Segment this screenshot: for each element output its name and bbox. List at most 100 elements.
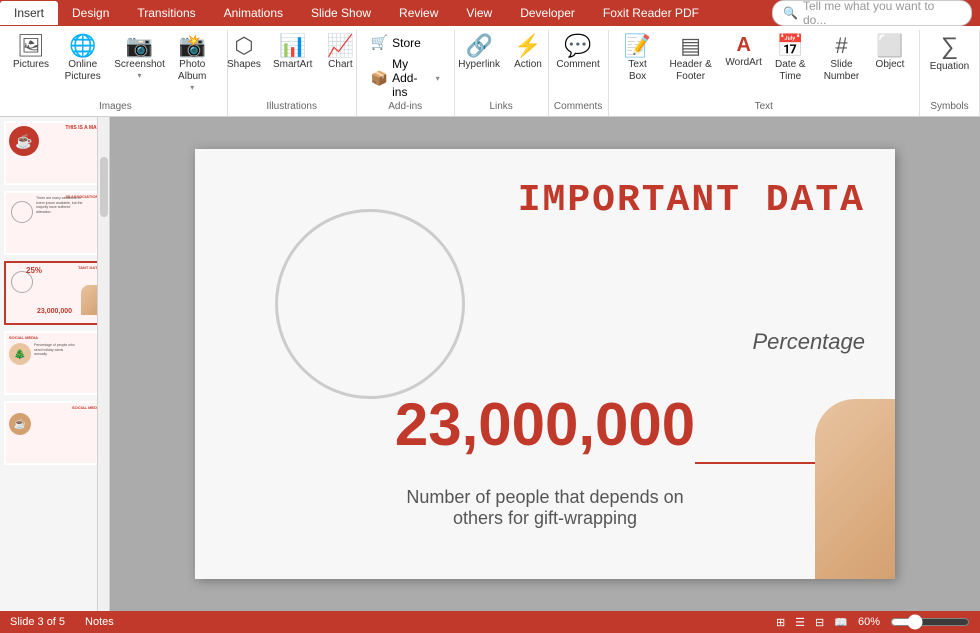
- equation-button[interactable]: ∑ Equation: [925, 32, 974, 76]
- wordart-icon: A: [736, 35, 750, 55]
- symbols-group-label: Symbols: [930, 101, 968, 114]
- text-box-button[interactable]: 📝 Text Box: [617, 32, 659, 86]
- slide-preview-2: 35 ASSOCIATIONS There are many variation…: [6, 193, 103, 253]
- slide-title: IMPORTANT DATA: [518, 179, 865, 222]
- slide4-img: 🎄: [9, 343, 31, 365]
- text-box-label: Text Box: [622, 59, 654, 83]
- hyperlink-label: Hyperlink: [458, 59, 500, 71]
- store-label: Store: [392, 36, 421, 50]
- online-pictures-icon: 🌐: [69, 35, 96, 57]
- slide-decoration: [815, 399, 895, 579]
- slide-number-button[interactable]: # Slide Number: [816, 32, 867, 86]
- ribbon-group-text: 📝 Text Box ▤ Header & Footer A WordArt 📅…: [609, 30, 920, 116]
- tab-developer[interactable]: Developer: [506, 1, 589, 25]
- slide-big-number: 23,000,000: [395, 390, 695, 459]
- tab-animations[interactable]: Animations: [210, 1, 297, 25]
- tab-slideshow[interactable]: Slide Show: [297, 1, 385, 25]
- tab-insert[interactable]: Insert: [0, 1, 58, 25]
- action-icon: ⚡: [514, 35, 541, 57]
- images-group-label: Images: [99, 101, 132, 114]
- symbols-group-items: ∑ Equation: [925, 32, 974, 101]
- slide-preview-4: SOCIAL MEDIA 🎄 Percentage of people who …: [6, 333, 103, 393]
- tab-design[interactable]: Design: [58, 1, 123, 25]
- date-time-icon: 📅: [777, 35, 804, 57]
- online-pictures-label: Online Pictures: [57, 59, 108, 83]
- slide-description: Number of people that depends on others …: [406, 487, 683, 529]
- slide-thumb-1[interactable]: 1 ☕ THIS IS A MAP: [4, 121, 105, 185]
- shapes-label: Shapes: [227, 59, 261, 71]
- view-sorter-icon[interactable]: ⊟: [815, 616, 824, 629]
- slide-thumb-4[interactable]: 4 SOCIAL MEDIA 🎄 Percentage of people wh…: [4, 331, 105, 395]
- hyperlink-button[interactable]: 🔗 Hyperlink: [453, 32, 505, 74]
- comment-icon: 💬: [564, 35, 591, 57]
- status-right: ⊞ ☰ ⊟ 📖 60%: [776, 616, 970, 629]
- smartart-button[interactable]: 📊 SmartArt: [268, 32, 317, 74]
- object-button[interactable]: ⬜ Object: [869, 32, 911, 74]
- shapes-button[interactable]: ⬡ Shapes: [222, 32, 266, 74]
- slide-preview-1: ☕ THIS IS A MAP: [6, 123, 103, 183]
- links-group-label: Links: [489, 101, 512, 114]
- slide-desc-line2: others for gift-wrapping: [453, 508, 637, 528]
- zoom-level: 60%: [858, 616, 880, 628]
- wordart-button[interactable]: A WordArt: [723, 32, 765, 72]
- pictures-button[interactable]: 🖼 Pictures: [12, 32, 50, 74]
- slide2-text: There are many variations of lorem ipsum…: [36, 196, 83, 214]
- screenshot-dropdown-arrow: ▾: [138, 71, 142, 80]
- tab-transitions[interactable]: Transitions: [123, 1, 209, 25]
- slide4-text: Percentage of people who send holiday ca…: [34, 343, 75, 357]
- slide4-title: SOCIAL MEDIA: [9, 335, 38, 340]
- notes-button[interactable]: Notes: [85, 616, 114, 628]
- chart-label: Chart: [328, 59, 352, 71]
- tell-me-bar[interactable]: 🔍 Tell me what you want to do...: [772, 0, 972, 26]
- illustrations-group-label: Illustrations: [266, 101, 317, 114]
- comment-label: Comment: [556, 59, 599, 71]
- date-time-button[interactable]: 📅 Date & Time: [767, 32, 814, 86]
- photo-album-dropdown-arrow: ▾: [190, 83, 194, 92]
- slide-panel: 1 ☕ THIS IS A MAP 2 35 ASSOCIATIONS Ther…: [0, 117, 110, 611]
- comments-group-items: 💬 Comment: [551, 32, 604, 101]
- chart-button[interactable]: 📈 Chart: [319, 32, 361, 74]
- screenshot-label: Screenshot: [114, 59, 165, 71]
- photo-album-button[interactable]: 📸 Photo Album ▾: [166, 32, 219, 95]
- header-footer-button[interactable]: ▤ Header & Footer: [661, 32, 721, 86]
- my-addins-button[interactable]: 📦 My Add-ins ▾: [365, 55, 446, 101]
- slide-number-label: Slide Number: [821, 59, 862, 83]
- action-button[interactable]: ⚡ Action: [507, 32, 549, 74]
- ribbon-group-addins: 🛒 Store 📦 My Add-ins ▾ Add-ins: [357, 30, 455, 116]
- ribbon-group-images: 🖼 Pictures 🌐 Online Pictures 📷 Screensho…: [4, 30, 228, 116]
- view-outline-icon[interactable]: ☰: [795, 616, 805, 629]
- equation-icon: ∑: [941, 35, 958, 59]
- photo-album-label: Photo Album: [171, 59, 214, 83]
- scroll-thumb: [100, 157, 108, 217]
- tab-review[interactable]: Review: [385, 1, 452, 25]
- object-icon: ⬜: [876, 35, 903, 57]
- screenshot-icon: 📷: [126, 35, 153, 57]
- comment-button[interactable]: 💬 Comment: [551, 32, 604, 74]
- object-label: Object: [876, 59, 905, 71]
- header-footer-icon: ▤: [680, 35, 701, 57]
- store-button[interactable]: 🛒 Store: [365, 32, 446, 53]
- slide-thumb-5[interactable]: 5 SOCIAL MEDIA ☕: [4, 401, 105, 465]
- tab-foxit[interactable]: Foxit Reader PDF: [589, 1, 713, 25]
- view-reading-icon[interactable]: 📖: [834, 616, 848, 629]
- text-group-items: 📝 Text Box ▤ Header & Footer A WordArt 📅…: [617, 32, 911, 101]
- addins-group-items: 🛒 Store 📦 My Add-ins ▾: [365, 32, 446, 101]
- view-normal-icon[interactable]: ⊞: [776, 616, 785, 629]
- pictures-icon: 🖼: [17, 35, 45, 57]
- hyperlink-icon: 🔗: [465, 35, 492, 57]
- images-group-items: 🖼 Pictures 🌐 Online Pictures 📷 Screensho…: [12, 32, 219, 101]
- tab-view[interactable]: View: [452, 1, 506, 25]
- links-group-items: 🔗 Hyperlink ⚡ Action: [453, 32, 549, 101]
- slide2-circle: [11, 201, 33, 223]
- slide-thumb-3[interactable]: 3 25% TANT DATA 23,000,000: [4, 261, 105, 325]
- screenshot-button[interactable]: 📷 Screenshot ▾: [115, 32, 163, 83]
- text-box-icon: 📝: [624, 35, 651, 57]
- scroll-handle[interactable]: [97, 117, 109, 611]
- search-icon: 🔍: [783, 6, 798, 20]
- online-pictures-button[interactable]: 🌐 Online Pictures: [52, 32, 113, 86]
- slide-thumb-2[interactable]: 2 35 ASSOCIATIONS There are many variati…: [4, 191, 105, 255]
- zoom-slider[interactable]: [890, 616, 970, 628]
- slide-number-icon: #: [835, 35, 847, 57]
- my-addins-icon: 📦: [371, 70, 388, 87]
- equation-label: Equation: [930, 61, 969, 73]
